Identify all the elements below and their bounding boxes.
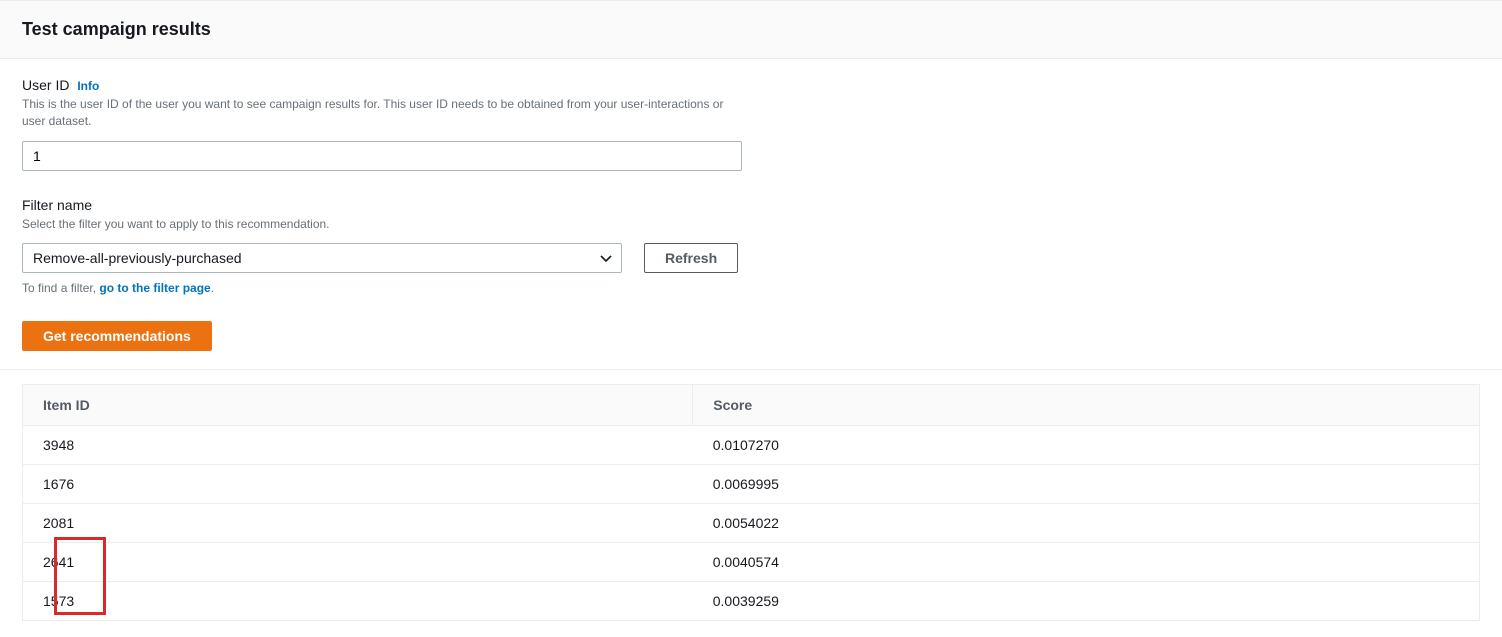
cell-item-id: 1676 xyxy=(23,465,693,504)
results-table-container: Item ID Score 39480.010727016760.0069995… xyxy=(22,384,1480,621)
filter-page-link[interactable]: go to the filter page xyxy=(99,281,210,295)
filter-description: Select the filter you want to apply to t… xyxy=(22,216,742,233)
user-id-field-group: User ID Info This is the user ID of the … xyxy=(22,77,1480,171)
cell-item-id: 3948 xyxy=(23,426,693,465)
filter-select[interactable]: Remove-all-previously-purchased xyxy=(22,243,622,273)
get-recommendations-button[interactable]: Get recommendations xyxy=(22,321,212,351)
user-id-description: This is the user ID of the user you want… xyxy=(22,96,742,131)
user-id-input[interactable] xyxy=(22,141,742,171)
column-header-item-id[interactable]: Item ID xyxy=(23,385,693,426)
table-row: 39480.0107270 xyxy=(23,426,1479,465)
table-row: 26410.0040574 xyxy=(23,543,1479,582)
cell-item-id: 1573 xyxy=(23,582,693,621)
page-title: Test campaign results xyxy=(22,19,1480,40)
column-header-score[interactable]: Score xyxy=(693,385,1479,426)
table-row: 20810.0054022 xyxy=(23,504,1479,543)
cell-score: 0.0040574 xyxy=(693,543,1479,582)
cell-score: 0.0039259 xyxy=(693,582,1479,621)
page-header: Test campaign results xyxy=(0,0,1502,59)
table-row: 15730.0039259 xyxy=(23,582,1479,621)
filter-selected-value: Remove-all-previously-purchased xyxy=(33,250,242,266)
user-id-label-text: User ID xyxy=(22,77,69,93)
info-link[interactable]: Info xyxy=(77,79,99,93)
filter-hint-prefix: To find a filter, xyxy=(22,281,99,295)
filter-hint-suffix: . xyxy=(211,281,214,295)
filter-label: Filter name xyxy=(22,197,1480,213)
results-table: Item ID Score 39480.010727016760.0069995… xyxy=(23,385,1479,620)
cell-score: 0.0107270 xyxy=(693,426,1479,465)
cell-score: 0.0054022 xyxy=(693,504,1479,543)
cell-item-id: 2641 xyxy=(23,543,693,582)
filter-hint: To find a filter, go to the filter page. xyxy=(22,281,1480,295)
table-row: 16760.0069995 xyxy=(23,465,1479,504)
refresh-button[interactable]: Refresh xyxy=(644,243,738,273)
filter-field-group: Filter name Select the filter you want t… xyxy=(22,197,1480,295)
cell-item-id: 2081 xyxy=(23,504,693,543)
user-id-label: User ID Info xyxy=(22,77,1480,93)
cell-score: 0.0069995 xyxy=(693,465,1479,504)
